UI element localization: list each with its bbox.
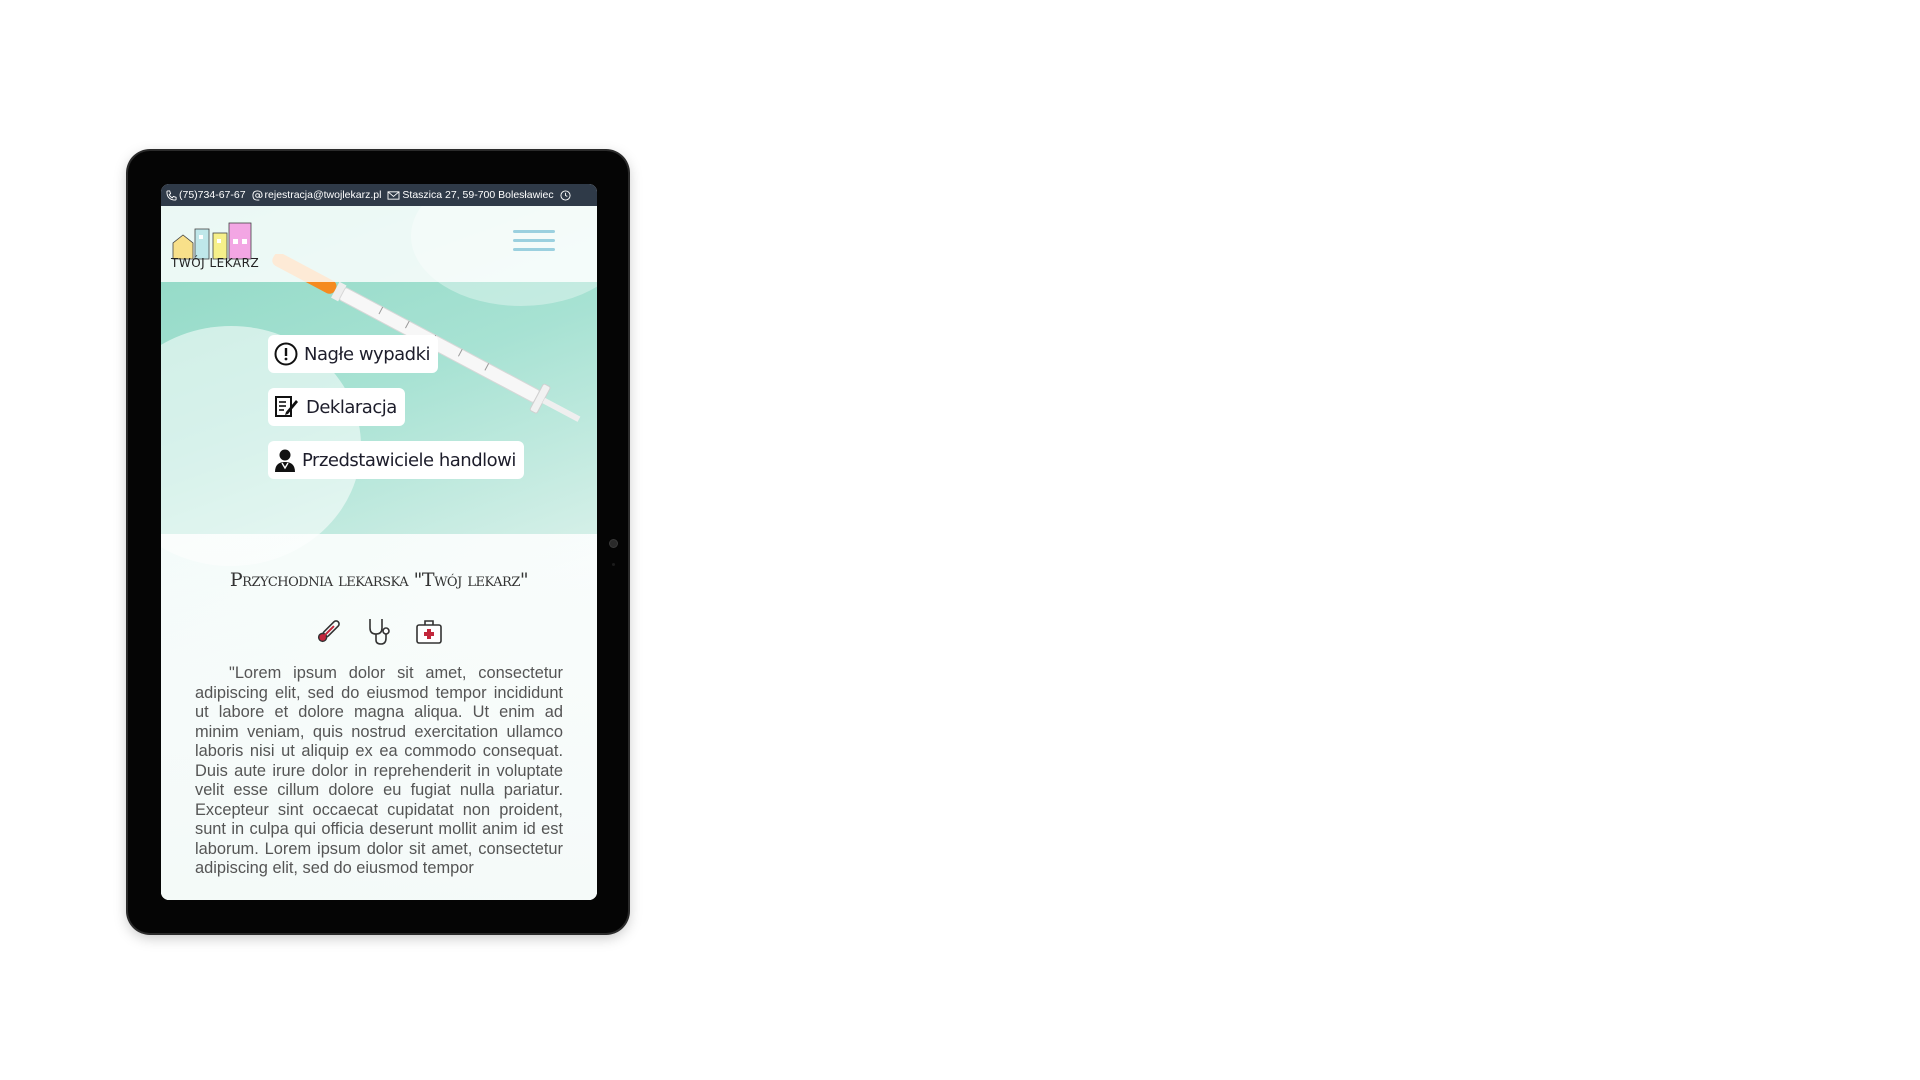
at-icon [252,189,263,201]
site-header: TWÓJ LEKARZ [161,206,597,282]
contact-phone[interactable]: (75)734-67-67 [166,189,246,201]
section-icons [161,616,597,651]
doctor-icon [275,449,295,472]
menu-toggle-button[interactable] [513,230,555,260]
quick-link-sales-reps[interactable]: Przedstawiciele handlowi [268,441,524,479]
contact-hours[interactable] [560,189,573,201]
quick-link-emergency[interactable]: Nagłe wypadki [268,335,439,373]
quick-link-declaration[interactable]: Deklaracja [268,388,405,426]
contact-address[interactable]: Staszica 27, 59-700 Bolesławiec [387,189,554,201]
clock-icon [560,189,571,201]
hamburger-line [513,230,555,233]
hamburger-line [513,248,555,251]
logo-text: TWÓJ LEKARZ [171,256,260,270]
section-title: Przychodnia lekarska "Twój lekarz" [229,569,529,591]
document-edit-icon [275,396,298,417]
camera-icon [609,539,618,548]
hamburger-line [513,239,555,242]
stethoscope-icon [364,616,394,651]
contact-bar: (75)734-67-67 rejestracja@twojlekarz.pl … [161,184,597,206]
sensor-dot [612,563,615,566]
section-body-text: "Lorem ipsum dolor sit amet, consectetur… [195,664,563,877]
first-aid-kit-icon [414,616,444,651]
envelope-icon [387,190,400,200]
exclamation-circle-icon [274,342,298,366]
phone-icon [166,189,177,201]
contact-email[interactable]: rejestracja@twojlekarz.pl [252,189,381,201]
tablet-screen: (75)734-67-67 rejestracja@twojlekarz.pl … [161,184,597,900]
thermometer-icon [314,616,344,651]
